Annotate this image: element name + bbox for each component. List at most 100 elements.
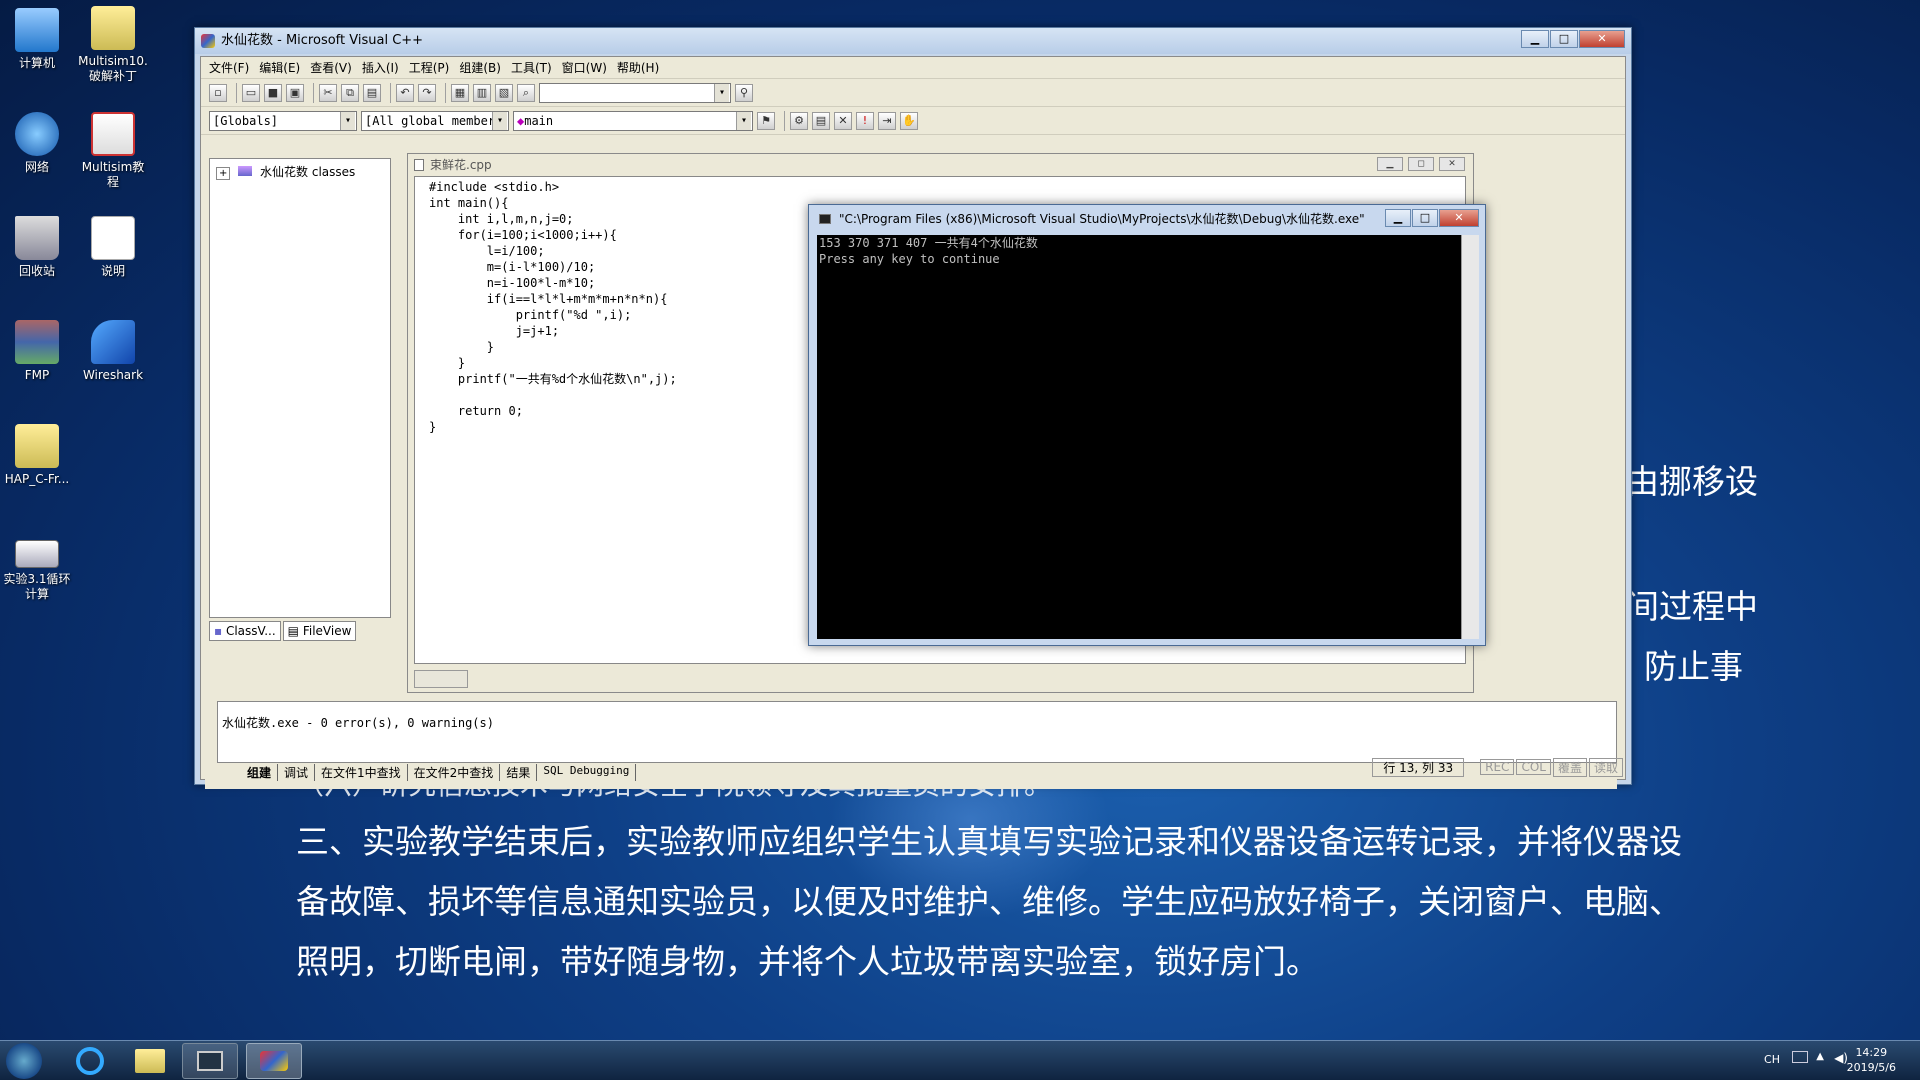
copy-icon[interactable]: ⧉ (341, 83, 359, 102)
menu-insert[interactable]: 插入(I) (362, 57, 399, 78)
archive-icon (15, 320, 59, 364)
desktop-icon-wireshark[interactable]: Wireshark (68, 320, 158, 383)
close-button[interactable]: ✕ (1579, 30, 1625, 48)
tree-root-label: 水仙花数 classes (260, 165, 356, 179)
console-scrollbar[interactable] (1461, 235, 1479, 639)
console-maximize-button[interactable]: □ (1412, 209, 1438, 227)
folder-icon (135, 1049, 165, 1073)
cursor-position: 行 13, 列 33 (1372, 757, 1465, 777)
computer-icon (15, 8, 59, 52)
editor-title: 束鲜花.cpp (430, 158, 492, 172)
wizard-action-icon[interactable]: ⚑ (757, 111, 775, 130)
desktop-icon-multisim-tutorial[interactable]: Multisim教 程 (68, 112, 158, 190)
go-icon[interactable]: ⇥ (878, 111, 896, 130)
open-folder-icon[interactable]: ▭ (242, 83, 260, 102)
cut-icon[interactable]: ✂ (319, 83, 337, 102)
menu-build[interactable]: 组建(B) (459, 57, 501, 78)
console-title-bar[interactable]: "C:\Program Files (x86)\Microsoft Visual… (809, 205, 1485, 233)
execute-icon[interactable]: ! (856, 111, 874, 130)
standard-toolbar: ▫ ▭ ■ ▣ ✂ ⧉ ▤ ↶ ↷ ▦ ▥ ▧ ⌕ ⚲ (201, 79, 1625, 107)
desktop-text-fragment: 由挪移设 (1626, 462, 1758, 501)
window-list-icon[interactable]: ▧ (495, 83, 513, 102)
taskbar-explorer[interactable] (122, 1043, 178, 1079)
desktop-text-line: 照明，切断电闸，带好随身物，并将个人垃圾带离实验室，锁好房门。 (296, 942, 1319, 981)
paste-icon[interactable]: ▤ (363, 83, 381, 102)
folder-icon (15, 424, 59, 468)
fileview-icon: ▤ (287, 624, 299, 638)
editor-minimize-button[interactable]: ▁ (1377, 157, 1403, 171)
maximize-button[interactable]: □ (1550, 30, 1578, 48)
console-icon (819, 214, 831, 224)
breakpoint-hand-icon[interactable]: ✋ (900, 111, 918, 130)
desktop-icon-multisim-crack[interactable]: Multisim10. 破解补丁 (68, 6, 158, 84)
compile-icon[interactable]: ⚙ (790, 111, 808, 130)
class-tree[interactable]: + 水仙花数 classes (209, 158, 391, 618)
taskbar-ie[interactable] (62, 1043, 118, 1079)
desktop-icon-readme[interactable]: 说明 (68, 216, 158, 279)
save-all-icon[interactable]: ▣ (286, 83, 304, 102)
new-file-icon[interactable]: ▫ (209, 83, 227, 102)
vc-title-bar[interactable]: 水仙花数 - Microsoft Visual C++ ▁ □ ✕ (195, 28, 1631, 54)
vc-title: 水仙花数 - Microsoft Visual C++ (221, 33, 424, 48)
find-in-files-icon[interactable]: ⌕ (517, 83, 535, 102)
status-bar: 行 13, 列 33 REC COL 覆盖 读取 (205, 757, 1623, 777)
console-output[interactable]: 153 370 371 407 一共有4个水仙花数 Press any key t… (817, 235, 1469, 639)
menu-project[interactable]: 工程(P) (409, 57, 450, 78)
start-button[interactable] (6, 1043, 42, 1079)
menu-window[interactable]: 窗口(W) (562, 57, 607, 78)
status-readonly: 读取 (1588, 757, 1623, 777)
menu-tools[interactable]: 工具(T) (511, 57, 552, 78)
tray-expand-icon[interactable]: ▲ (1816, 1051, 1824, 1062)
status-rec: REC (1480, 759, 1515, 775)
menu-file[interactable]: 文件(F) (209, 57, 249, 78)
vcpp-icon (260, 1051, 288, 1071)
tab-classview[interactable]: ▪ ClassV... (209, 621, 281, 641)
clock[interactable]: 14:29 2019/5/6 (1847, 1045, 1896, 1075)
menu-help[interactable]: 帮助(H) (617, 57, 659, 78)
class-combo[interactable]: [Globals] (209, 110, 357, 131)
status-overwrite: 覆盖 (1552, 757, 1587, 777)
workspace-icon[interactable]: ▦ (451, 83, 469, 102)
console-line: Press any key to continue (819, 252, 1000, 266)
menu-edit[interactable]: 编辑(E) (259, 57, 300, 78)
minimize-button[interactable]: ▁ (1521, 30, 1549, 48)
editor-close-button[interactable]: ✕ (1439, 157, 1465, 171)
tab-fileview[interactable]: ▤ FileView (282, 621, 357, 641)
members-combo[interactable]: [All global members (361, 110, 509, 131)
editor-horizontal-scrollbar[interactable] (414, 670, 468, 688)
function-combo[interactable]: ◆main (513, 110, 753, 131)
desktop-text-line: 备故障、损坏等信息通知实验员，以便及时维护、维修。学生应码放好椅子，关闭窗户、电… (296, 882, 1682, 921)
editor-restore-button[interactable]: ◻ (1408, 157, 1434, 171)
cpp-file-icon (414, 159, 424, 171)
expand-icon[interactable]: + (216, 167, 231, 180)
find-icon[interactable]: ⚲ (735, 83, 753, 102)
editor-title-bar[interactable]: 束鲜花.cpp ▁ ◻ ✕ (408, 154, 1473, 176)
redo-icon[interactable]: ↷ (418, 83, 436, 102)
stop-build-icon[interactable]: ✕ (834, 111, 852, 130)
ime-indicator[interactable]: CH (1764, 1053, 1780, 1066)
console-line: 153 370 371 407 一共有4个水仙花数 (819, 236, 1038, 250)
console-close-button[interactable]: ✕ (1439, 209, 1479, 227)
undo-icon[interactable]: ↶ (396, 83, 414, 102)
find-combo[interactable] (539, 82, 731, 103)
taskbar-window[interactable] (182, 1043, 238, 1079)
taskbar-vcpp[interactable] (246, 1043, 302, 1079)
text-file-icon (91, 216, 135, 260)
desktop-icon-experiment[interactable]: 实验3.1循环 计算 (0, 540, 82, 602)
vc-app-icon (201, 34, 215, 48)
console-minimize-button[interactable]: ▁ (1385, 209, 1411, 227)
desktop-text-fragment: 间过程中 (1626, 587, 1758, 626)
console-window: "C:\Program Files (x86)\Microsoft Visual… (808, 204, 1486, 646)
save-icon[interactable]: ■ (264, 83, 282, 102)
build-icon[interactable]: ▤ (812, 111, 830, 130)
console-title: "C:\Program Files (x86)\Microsoft Visual… (839, 212, 1365, 226)
output-window-icon[interactable]: ▥ (473, 83, 491, 102)
program-icon (15, 540, 59, 568)
menu-view[interactable]: 查看(V) (310, 57, 352, 78)
desktop-text-fragment: 防止事 (1644, 647, 1743, 686)
taskbar: CH ▲ ◀) 14:29 2019/5/6 (0, 1040, 1920, 1080)
build-output[interactable]: 水仙花数.exe - 0 error(s), 0 warning(s) (217, 701, 1617, 763)
folder-icon (91, 6, 135, 50)
keyboard-icon[interactable] (1792, 1051, 1808, 1063)
desktop-icon-hap[interactable]: HAP_C-Fr... (0, 424, 82, 487)
